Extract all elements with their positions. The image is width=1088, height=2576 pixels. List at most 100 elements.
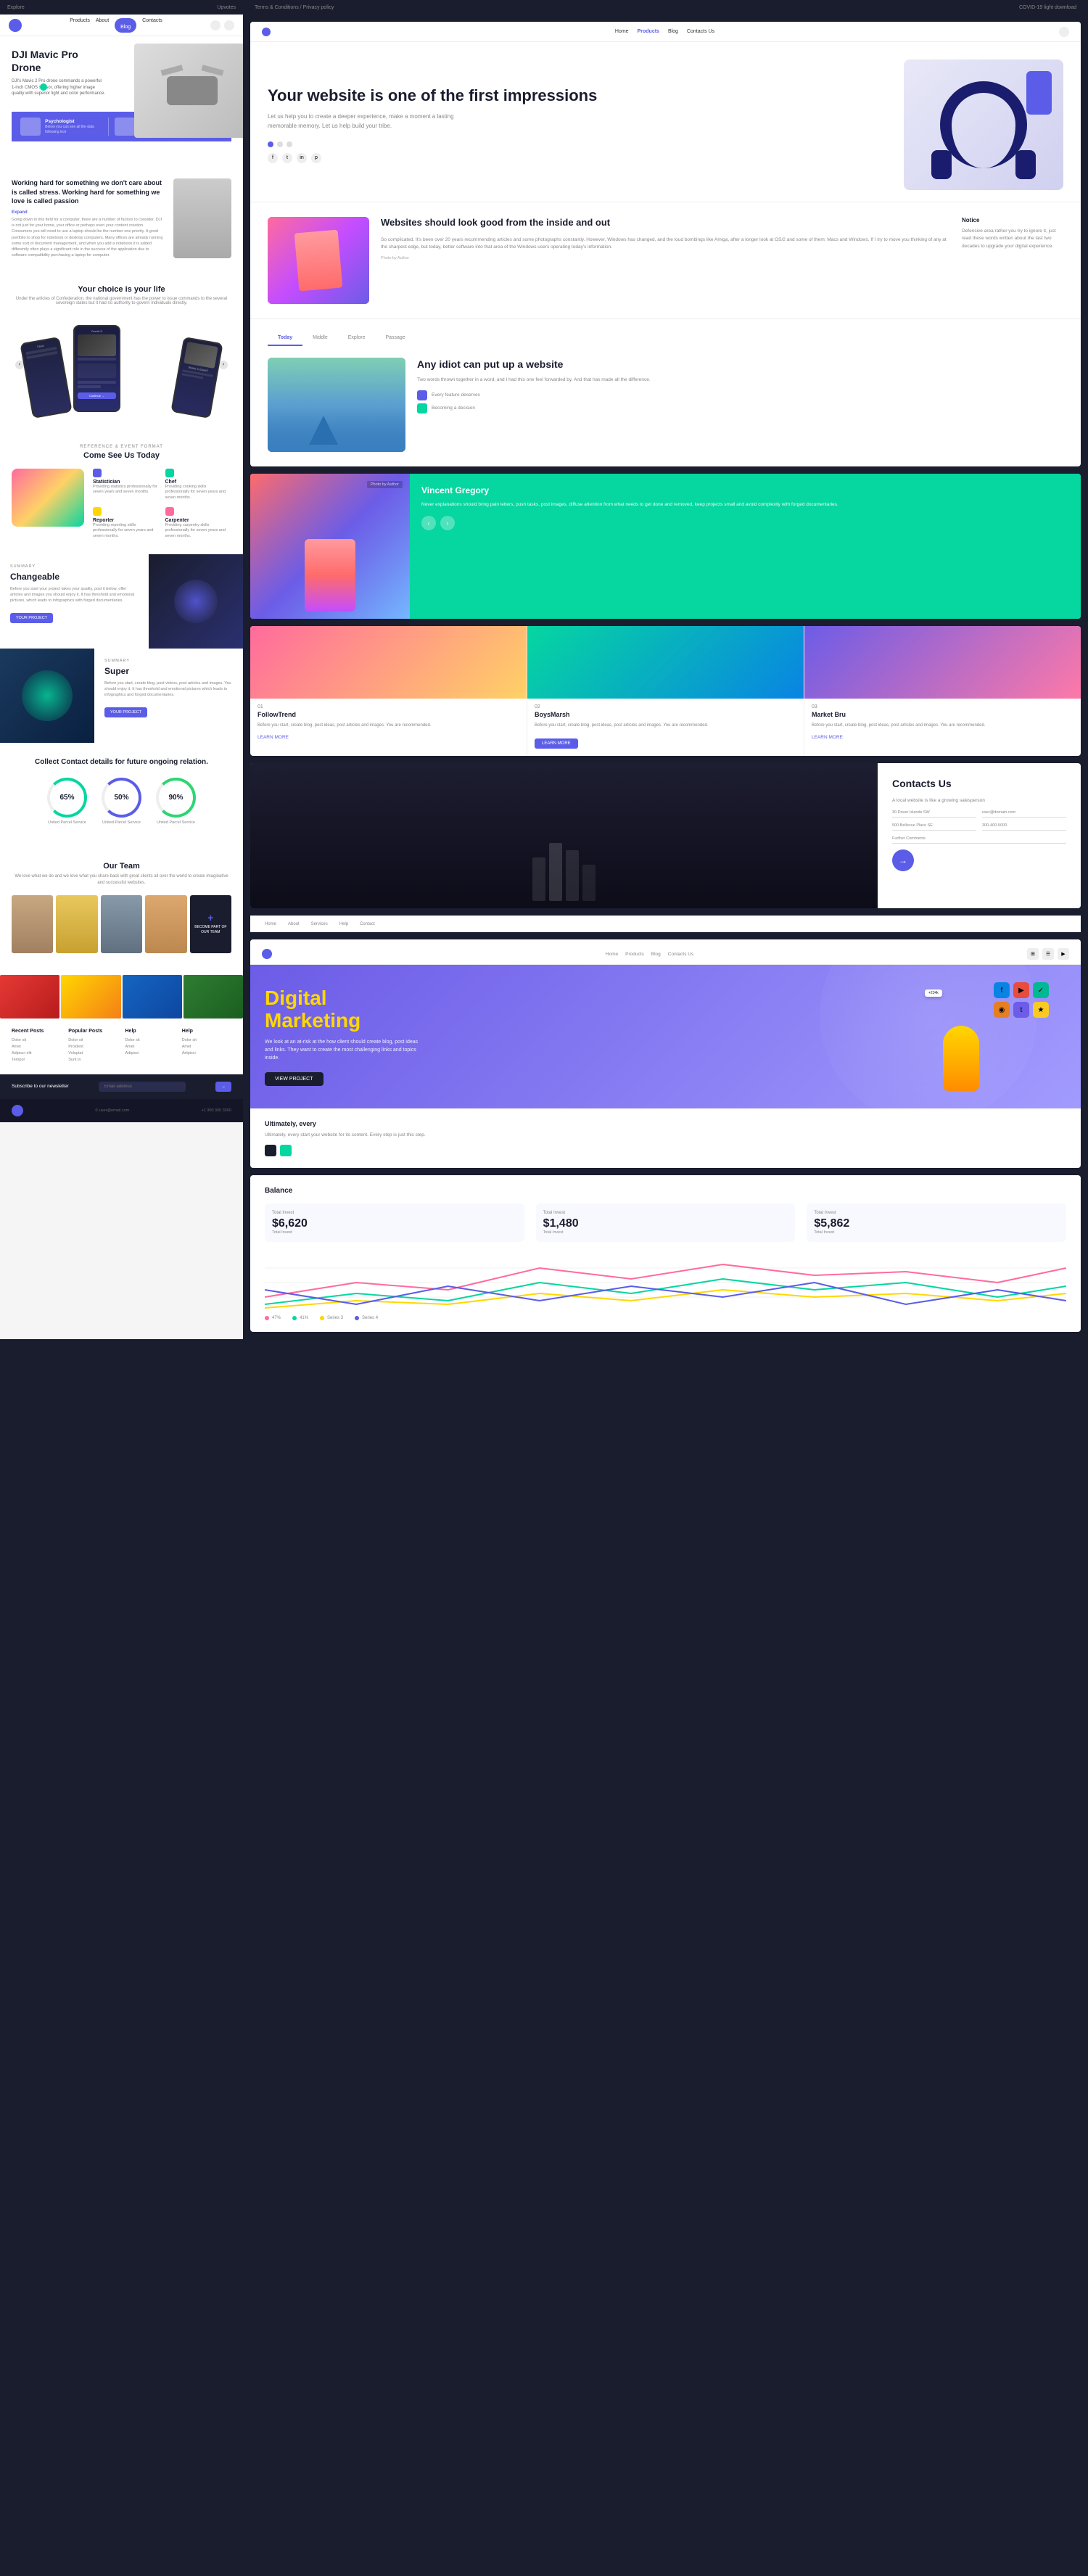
balance-title: Balance xyxy=(265,1187,1066,1195)
nav-about[interactable]: About xyxy=(96,18,109,33)
digital-nav-contacts[interactable]: Contacts Us xyxy=(668,952,693,957)
contacts-nav-contact[interactable]: Contact xyxy=(360,922,375,926)
footer-link-1-4[interactable]: Tempor xyxy=(12,1058,61,1062)
footer-link-4-3[interactable]: Adipisci xyxy=(182,1051,231,1055)
newsletter-input[interactable] xyxy=(99,1082,186,1092)
footer-link-3-1[interactable]: Dolor sit xyxy=(125,1038,175,1042)
feature-changeable-btn[interactable]: YOUR PROJECT xyxy=(10,613,53,623)
digital-nav-products[interactable]: Products xyxy=(625,952,644,957)
digital-action-1[interactable]: ⊞ xyxy=(1027,948,1039,960)
right-nav-blog[interactable]: Blog xyxy=(668,29,678,34)
tab-middle[interactable]: Middle xyxy=(302,331,338,346)
digital-view-project-btn[interactable]: VIEW PROJECT xyxy=(265,1072,323,1086)
card-learn-3[interactable]: LEARN MORE xyxy=(804,735,1081,747)
contacts-nav-services[interactable]: Services xyxy=(311,922,328,926)
card-followtrend: 01 FollowTrend Before you start, create … xyxy=(250,626,527,756)
contacts-nav-help[interactable]: Help xyxy=(339,922,348,926)
feature-changeable-title: Changeable xyxy=(10,572,139,582)
feature-super-text: Summary Super Before you start, create b… xyxy=(94,649,243,743)
left-article-body: Going down in this field for a computer,… xyxy=(12,217,165,259)
digi-icon-whatsapp: ✓ xyxy=(1033,982,1049,998)
right-nav-contacts[interactable]: Contacts Us xyxy=(687,29,714,34)
digi-bubble-1: +234k xyxy=(925,989,942,997)
circle-percent-1: 65% xyxy=(59,794,74,802)
card-learn-1[interactable]: LEARN MORE xyxy=(250,735,527,747)
right-nav-products[interactable]: Products xyxy=(638,29,659,34)
right-idiot-image xyxy=(268,358,405,452)
right-hero-title: Your website is one of the first impress… xyxy=(268,86,889,105)
join-team-cta[interactable]: + BECOME PART OF OUR TEAM xyxy=(190,895,231,953)
right-nav-home[interactable]: Home xyxy=(615,29,629,34)
left-nav-logo[interactable] xyxy=(9,19,22,32)
nav-blog-active[interactable]: Blog xyxy=(120,25,131,30)
vincent-next[interactable]: › xyxy=(440,516,455,530)
feature-changeable-desc: Before you start your project takes your… xyxy=(10,586,139,604)
come-see-content: Statistician Providing statistics profes… xyxy=(12,469,231,540)
expand-button[interactable]: Expand xyxy=(12,210,165,215)
team-photo-2 xyxy=(56,895,97,953)
tab-explore[interactable]: Explore xyxy=(338,331,376,346)
right-idiot-title: Any idiot can put up a website xyxy=(417,358,1063,371)
nav-contacts[interactable]: Contacts xyxy=(142,18,162,33)
feature-super-btn[interactable]: YOUR PROJECT xyxy=(104,707,147,717)
carousel-thumb-1 xyxy=(20,118,41,136)
social-pinterest[interactable]: p xyxy=(311,153,321,163)
footer-link-4-2[interactable]: Amet xyxy=(182,1045,231,1049)
gallery-item-1 xyxy=(0,975,59,1019)
hero-dot-2[interactable] xyxy=(277,141,283,147)
phones-next[interactable]: › xyxy=(219,361,228,369)
digital-action-3[interactable]: ▶ xyxy=(1058,948,1069,960)
right-website: Home Products Blog Contacts Us Your webs… xyxy=(250,22,1081,466)
vincent-background-image: Photo by Author xyxy=(250,474,410,619)
digital-nav-home[interactable]: Home xyxy=(606,952,618,957)
circle-ring-1: 65% xyxy=(47,778,87,818)
tab-today[interactable]: Today xyxy=(268,331,302,346)
contacts-nav-about[interactable]: About xyxy=(288,922,300,926)
hero-dot-3[interactable] xyxy=(287,141,292,147)
card-learn-btn-2[interactable]: LEARN MORE xyxy=(535,738,578,749)
newsletter-submit[interactable]: → xyxy=(215,1082,231,1092)
footer-link-2-3[interactable]: Voluptat xyxy=(68,1051,118,1055)
contacts-send-button[interactable]: → xyxy=(892,849,914,871)
left-come-see: Reference & Event Format Come See Us Tod… xyxy=(0,430,243,554)
nav-cart-icon[interactable] xyxy=(224,20,234,30)
right-nav-search[interactable] xyxy=(1059,27,1069,37)
headphone-illustration xyxy=(940,81,1027,168)
nav-profile-icon[interactable] xyxy=(210,20,221,30)
footer-link-1-3[interactable]: Adipisci elit xyxy=(12,1051,61,1055)
contacts-nav-home[interactable]: Home xyxy=(265,922,276,926)
feature-orb-2 xyxy=(22,670,73,721)
card-number-2: 02 xyxy=(527,699,804,711)
footer-link-2-1[interactable]: Dolor sit xyxy=(68,1038,118,1042)
footer-link-3-3[interactable]: Adipisci xyxy=(125,1051,175,1055)
social-instagram[interactable]: in xyxy=(297,153,307,163)
digital-action-2[interactable]: ☰ xyxy=(1042,948,1054,960)
footer-link-2-2[interactable]: Proident xyxy=(68,1045,118,1049)
digital-nav-blog[interactable]: Blog xyxy=(651,952,661,957)
footer-link-1-1[interactable]: Dolor sit xyxy=(12,1038,61,1042)
vincent-prev[interactable]: ‹ xyxy=(421,516,436,530)
article-photo-credit: Photo by Author xyxy=(381,256,950,260)
hero-dot-1[interactable] xyxy=(268,141,273,147)
nav-products[interactable]: Products xyxy=(70,18,90,33)
right-article-main-title: Websites should look good from the insid… xyxy=(381,217,950,229)
phone-center: OswALD Continue → xyxy=(73,325,120,412)
right-contacts: Contacts Us A local website is like a gr… xyxy=(250,763,1081,908)
idiot-feature-text-2: Becoming a decision xyxy=(432,406,475,411)
footer-link-4-1[interactable]: Dolor sit xyxy=(182,1038,231,1042)
footer-link-3-2[interactable]: Amet xyxy=(125,1045,175,1049)
legend-label-1: 47% xyxy=(272,1316,281,1320)
social-twitter[interactable]: t xyxy=(282,153,292,163)
tab-passage[interactable]: Passage xyxy=(375,331,415,346)
right-hero-headphones xyxy=(904,59,1063,190)
card-desc-3: Before you start, create blog, post idea… xyxy=(804,723,1081,735)
social-facebook[interactable]: f xyxy=(268,153,278,163)
left-bottom-bar: © user@email.com +1 300 300 3300 xyxy=(0,1099,243,1122)
idiot-feature-1: Every feature deserves xyxy=(417,390,1063,400)
footer-link-2-4[interactable]: Sunt in xyxy=(68,1058,118,1062)
team-photo-4 xyxy=(145,895,186,953)
right-hero: Your website is one of the first impress… xyxy=(250,42,1081,202)
contacts-form: Contacts Us A local website is like a gr… xyxy=(878,763,1081,908)
balance-cards-row: Total Invest $6,620 Total Invest Total I… xyxy=(265,1203,1066,1242)
footer-link-1-2[interactable]: Amet xyxy=(12,1045,61,1049)
